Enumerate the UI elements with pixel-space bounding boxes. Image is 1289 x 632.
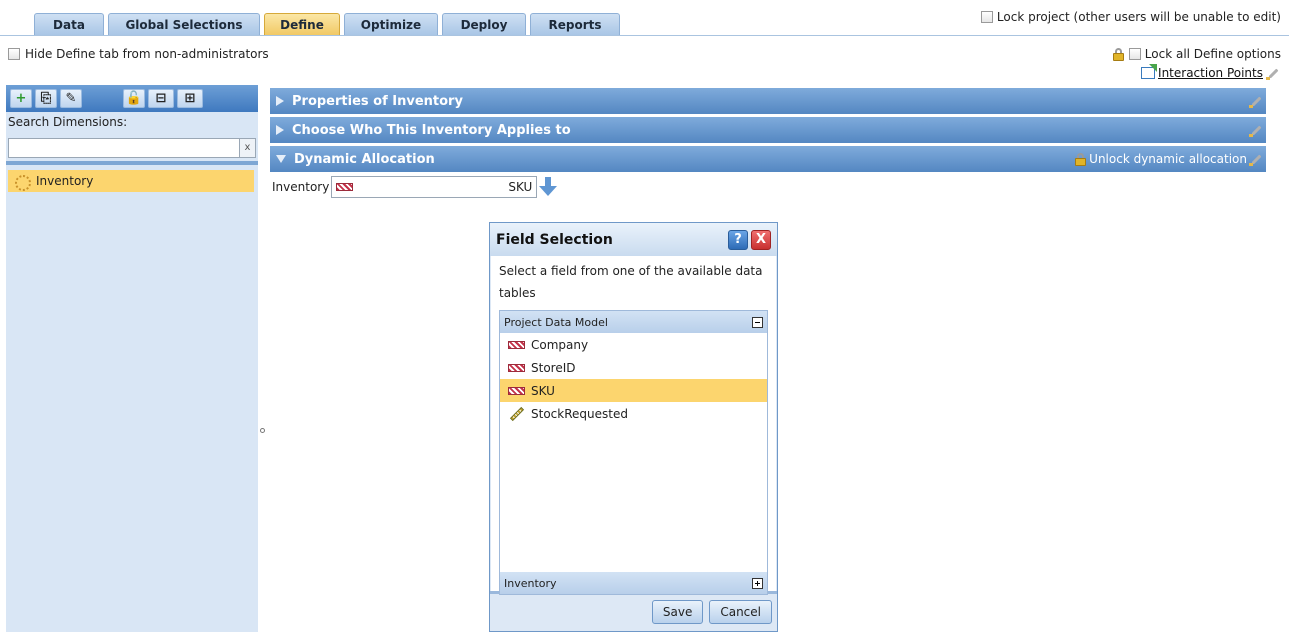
collapse-icon[interactable] [752,316,763,328]
edit-icon[interactable] [1249,124,1262,137]
edit-icon[interactable] [1249,95,1262,108]
tree-header-label: Project Data Model [504,315,608,329]
tab-optimize[interactable]: Optimize [344,13,438,35]
unlock-icon [1074,152,1087,166]
panel-splitter-handle[interactable] [260,428,265,433]
down-arrow-icon[interactable] [539,177,558,197]
add-icon[interactable]: + [10,89,32,108]
tab-reports[interactable]: Reports [530,13,620,35]
hide-define-label: Hide Define tab from non-administrators [25,47,269,61]
inventory-label: Inventory [272,180,330,194]
unlock-dynamic-link[interactable]: Unlock dynamic allocation [1089,152,1247,166]
tree-footer[interactable]: Inventory [500,572,767,594]
lock-all-label: Lock all Define options [1144,47,1281,61]
inventory-field-value: SKU [508,180,533,194]
field-type-icon [508,340,525,349]
lock-project-label: Lock project (other users will be unable… [996,10,1281,24]
hide-define-checkbox[interactable] [8,48,20,60]
lock-toolbar-icon[interactable]: 🔓 [123,89,145,108]
dialog-titlebar: Field Selection ? X [490,223,777,256]
search-label: Search Dimensions: [8,115,128,129]
field-type-icon [508,363,525,372]
cancel-button[interactable]: Cancel [709,599,772,624]
tab-data[interactable]: Data [34,13,104,35]
dimension-label: Inventory [36,174,94,188]
field-type-icon [336,183,354,191]
edit-dimension-icon[interactable]: ✎ [60,89,82,108]
field-item-storeid[interactable]: StoreID [500,356,767,379]
section-applies[interactable]: Choose Who This Inventory Applies to [270,117,1266,143]
lock-all-option: Lock all Define options [1112,47,1281,61]
tab-define[interactable]: Define [264,13,340,35]
field-selection-dialog: Field Selection ? X Select a field from … [489,222,778,632]
section-properties[interactable]: Properties of Inventory [270,88,1266,114]
dialog-description: Select a field from one of the available… [499,264,763,300]
external-link-icon [1141,67,1156,79]
interaction-points: Interaction Points [1141,66,1279,80]
section-dynamic-title: Dynamic Allocation [294,151,435,167]
field-item-company[interactable]: Company [500,333,767,356]
tab-deploy[interactable]: Deploy [442,13,526,35]
expand-arrow-icon [276,125,284,135]
collapse-all-icon[interactable]: ⊟ [148,89,174,108]
field-item-stockrequested[interactable]: StockRequested [500,402,767,425]
lock-project-checkbox[interactable] [980,11,993,23]
close-button[interactable]: X [751,229,771,250]
collapse-arrow-icon [276,155,286,163]
inventory-row: Inventory SKU [272,176,558,198]
section-dynamic-allocation[interactable]: Dynamic Allocation Unlock dynamic alloca… [270,146,1266,172]
separator [6,161,258,165]
field-label: StockRequested [531,406,628,421]
dimension-icon [14,174,31,191]
dialog-title: Field Selection [496,231,613,248]
save-button[interactable]: Save [651,599,704,624]
tab-global-selections[interactable]: Global Selections [108,13,260,35]
lock-project-option: Lock project (other users will be unable… [980,10,1281,24]
field-label: SKU [531,383,555,398]
tree-header[interactable]: Project Data Model [500,311,767,333]
import-icon[interactable]: ⎘ [35,89,57,108]
field-type-icon [508,386,525,395]
interaction-points-link[interactable]: Interaction Points [1158,66,1263,80]
search-row: x [8,138,256,158]
main-tabs: Data Global Selections Define Optimize D… [34,13,620,35]
expand-arrow-icon [276,96,284,106]
lock-all-checkbox[interactable] [1128,48,1141,60]
search-input[interactable] [8,138,240,158]
top-tab-bar: Data Global Selections Define Optimize D… [0,0,1289,36]
dimensions-panel: + ⎘ ✎ 🔓 ⊟ ⊞ Search Dimensions: x Invento… [6,85,258,632]
expand-all-icon[interactable]: ⊞ [177,89,203,108]
tree-footer-label: Inventory [504,576,557,590]
field-item-sku[interactable]: SKU [500,379,767,402]
section-applies-title: Choose Who This Inventory Applies to [292,122,571,138]
dialog-body: Select a field from one of the available… [491,256,776,595]
help-button[interactable]: ? [728,229,748,250]
dimension-item-inventory[interactable]: Inventory [8,170,254,192]
clear-search-button[interactable]: x [240,138,256,158]
section-properties-title: Properties of Inventory [292,93,463,109]
dialog-footer: Save Cancel [490,591,777,629]
numeric-field-icon [509,406,525,421]
dimensions-toolbar: + ⎘ ✎ 🔓 ⊟ ⊞ [6,85,258,112]
field-label: StoreID [531,360,576,375]
field-label: Company [531,337,589,352]
hide-define-option: Hide Define tab from non-administrators [8,47,269,61]
data-model-tree: Project Data Model Company StoreID SKU S… [499,310,768,595]
edit-icon[interactable] [1249,153,1262,166]
edit-icon[interactable] [1266,67,1279,80]
lock-icon [1112,47,1125,61]
inventory-field[interactable]: SKU [331,176,538,198]
expand-icon[interactable] [752,577,763,589]
